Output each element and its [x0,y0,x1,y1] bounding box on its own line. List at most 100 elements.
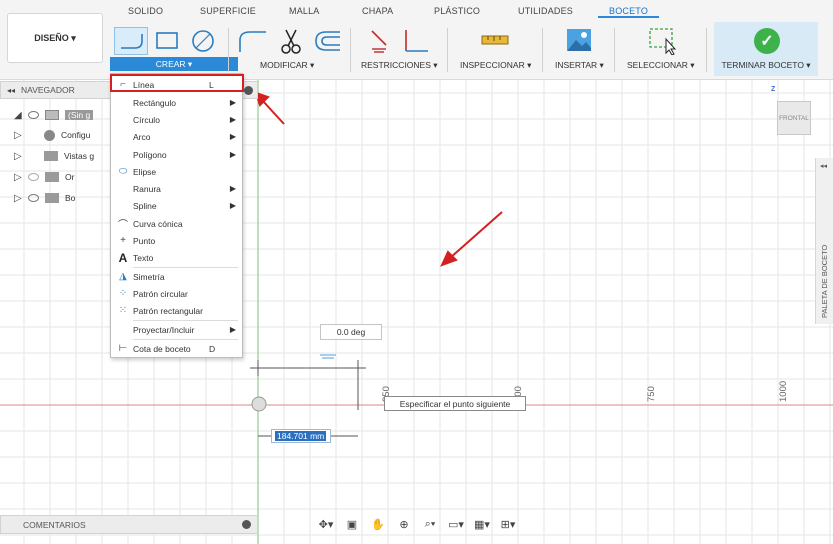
submenu-arrow-icon: ▶ [229,325,236,334]
perpendicular-constraint-button[interactable] [400,27,430,55]
expand-icon[interactable]: ▷ [14,193,28,204]
menu-item-rectangle[interactable]: Rectángulo ▶ [111,95,242,110]
conic-curve-icon: ⌒ [118,220,128,231]
menu-item-mirror[interactable]: ◮ Simetría [111,269,242,284]
sketch-palette-tab[interactable]: ◂◂ PALETA DE BOCETO [815,158,833,324]
folder-icon [45,172,59,182]
create-menu-button[interactable]: CREAR ▾ [110,57,238,71]
circle-tool-button[interactable] [190,28,216,54]
tab-malla[interactable]: MALLA [289,6,320,16]
circle-icon [192,30,214,52]
coincident-constraint-button[interactable] [368,27,390,55]
browser-row-origin[interactable]: ▷ Or [14,170,74,184]
origin-point [251,396,267,412]
point-icon: + [120,235,126,246]
offset-icon [315,31,340,51]
visibility-eye-icon[interactable] [28,194,39,202]
tab-plastico[interactable]: PLÁSTICO [434,6,480,16]
tab-boceto[interactable]: BOCETO [598,6,660,18]
comments-panel[interactable]: COMENTARIOS [0,515,258,534]
create-dropdown-menu: ⌐ Línea L Rectángulo ▶ Círculo ▶ Arco ▶ Pol… [110,73,243,358]
add-comment-icon[interactable] [242,520,251,529]
tab-superficie[interactable]: SUPERFICIE [200,6,256,16]
finish-sketch-button[interactable]: TERMINAR BOCETO ▾ [714,60,818,71]
zoom-icon[interactable]: ⊕ [393,518,415,531]
visibility-eye-icon[interactable] [28,173,39,181]
trim-tool-button[interactable] [278,27,304,55]
menu-item-polygon[interactable]: Polígono ▶ [111,147,242,162]
view-cube[interactable]: FRONTAL [777,101,811,135]
modify-menu-button[interactable]: MODIFICAR ▾ [260,60,314,71]
menu-item-spline[interactable]: Spline ▶ [111,198,242,213]
circular-pattern-icon: ⁘ [118,288,128,299]
angle-input[interactable]: 0.0 deg [320,324,382,340]
tab-solido[interactable]: SOLIDO [128,6,163,16]
menu-item-circle[interactable]: Círculo ▶ [111,112,242,127]
menu-item-ellipse[interactable]: ⬭ Elipse [111,164,242,179]
browser-root-label: (Sin g [65,110,94,120]
select-menu-button[interactable]: SELECCIONAR ▾ [627,60,695,71]
browser-row-sketches[interactable]: ▷ Bo [14,191,75,205]
expand-icon[interactable]: ▷ [14,172,28,183]
offset-tool-button[interactable] [312,28,342,54]
display-settings-icon[interactable]: ▭▾ [445,518,467,531]
browser-row-label: Vistas g [64,151,95,161]
browser-root-row[interactable]: ◢ (Sin g [14,108,94,122]
tab-chapa[interactable]: CHAPA [362,6,393,16]
finish-sketch-check-icon[interactable]: ✓ [754,28,780,54]
menu-item-project-include[interactable]: Proyectar/Incluir ▶ [111,322,242,337]
coincident-icon [371,30,387,53]
orbit-icon[interactable]: ✥▾ [315,518,337,531]
menu-item-text[interactable]: A Texto [111,250,242,265]
submenu-arrow-icon: ▶ [229,201,236,210]
menu-item-arc[interactable]: Arco ▶ [111,129,242,144]
design-workspace-button[interactable]: DISEÑO ▾ [7,13,103,63]
menu-item-sketch-dimension[interactable]: ⊢ Cota de boceto D [111,341,242,356]
browser-row-settings[interactable]: ▷ Configu [14,128,90,142]
comments-title: COMENTARIOS [23,519,86,530]
visibility-eye-icon[interactable] [28,111,39,119]
fillet-tool-button[interactable] [236,28,268,54]
expand-icon[interactable]: ▷ [14,130,28,141]
pan-icon[interactable]: ✋ [367,518,389,531]
ruler-icon [481,35,509,45]
view-cube-face: FRONTAL [779,114,809,122]
window-select-icon [649,28,677,56]
inspect-menu-button[interactable]: INSPECCIONAR ▾ [460,60,531,71]
length-input[interactable]: 184.701 mm [271,429,331,443]
rectangular-pattern-icon: ⁙ [118,305,128,316]
menu-item-conic-curve[interactable]: ⌒ Curva cónica [111,216,242,232]
grid-settings-icon[interactable]: ▦▾ [471,518,493,531]
measure-tool-button[interactable] [480,31,510,49]
horizontal-constraint-icon [320,354,336,359]
menu-item-slot[interactable]: Ranura ▶ [111,181,242,196]
viewports-icon[interactable]: ⊞▾ [497,518,519,531]
tab-utilidades[interactable]: UTILIDADES [518,6,573,16]
look-at-icon[interactable]: ▣ [341,518,363,531]
expand-icon[interactable]: ▷ [14,151,28,162]
constraints-menu-button[interactable]: RESTRICCIONES ▾ [361,60,438,71]
highlight-box [110,74,244,92]
fillet-icon [239,31,266,52]
insert-menu-button[interactable]: INSERTAR ▾ [555,60,604,71]
menu-item-rectangular-pattern[interactable]: ⁙ Patrón rectangular [111,303,242,318]
menu-item-circular-pattern[interactable]: ⁘ Patrón circular [111,286,242,301]
browser-row-named-views[interactable]: ▷ Vistas g [14,149,94,163]
fit-icon[interactable]: ⌕▾ [419,518,441,531]
select-tool-button[interactable] [648,27,678,56]
submenu-arrow-icon: ▶ [229,115,236,124]
text-icon: A [118,250,128,265]
expand-icon[interactable]: ◢ [14,110,28,121]
menu-item-point[interactable]: + Punto [111,233,242,248]
navigator-pin-icon[interactable] [244,86,253,95]
axis-label: 1000 [778,380,789,402]
line-tool-button[interactable] [114,27,148,55]
mirror-icon: ◮ [119,271,127,282]
browser-row-label: Configu [61,130,91,140]
insert-image-button[interactable] [566,28,592,52]
image-icon [567,29,591,51]
length-value: 184.701 mm [275,431,327,441]
rectangle-tool-button[interactable] [154,29,180,53]
collapse-icon[interactable]: ◂◂ [7,86,15,95]
expand-icon[interactable]: ◂◂ [820,162,827,170]
